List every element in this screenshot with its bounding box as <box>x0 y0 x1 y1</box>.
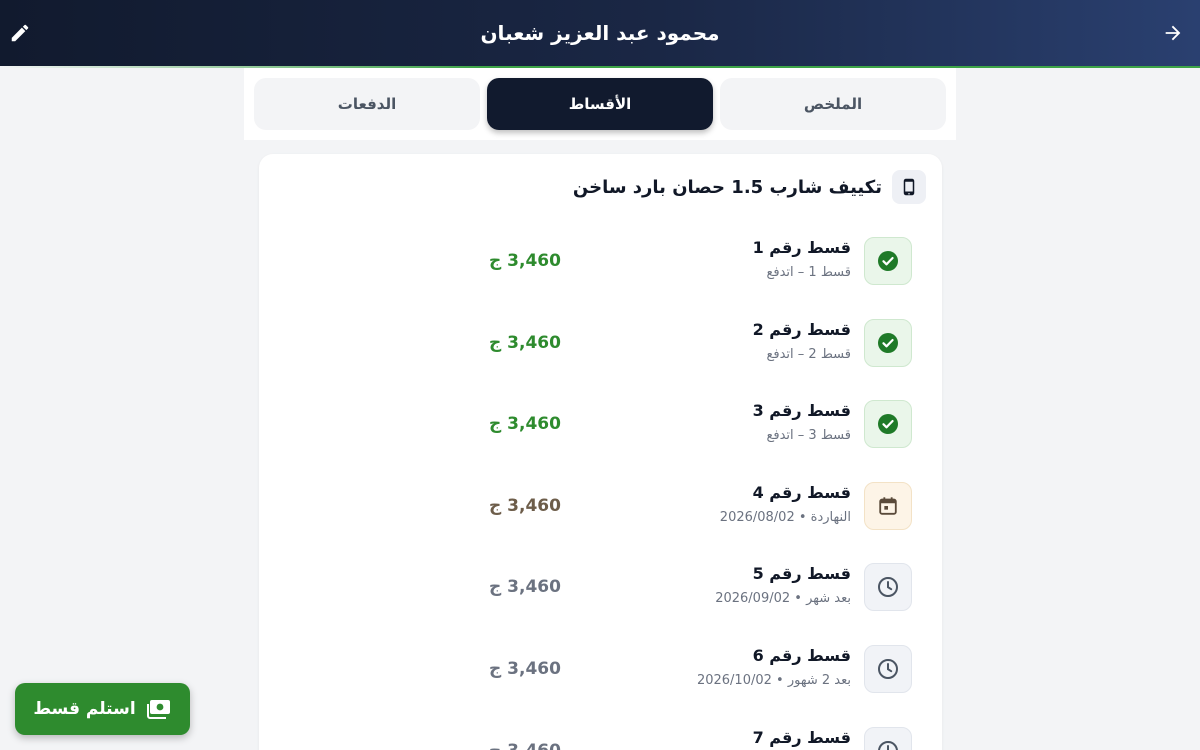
check-circle-icon <box>878 333 898 353</box>
installment-subtitle: بعد شهر • 2026/09/02 <box>715 591 851 606</box>
installment-text: قسط رقم 2 قسط 2 – اتدفع <box>753 319 851 363</box>
installment-title: قسط رقم 4 <box>752 483 851 502</box>
product-icon-box <box>892 170 926 204</box>
edit-button[interactable] <box>5 18 35 48</box>
installment-title: قسط رقم 3 <box>752 401 851 420</box>
tab-payments[interactable]: الدفعات <box>254 78 480 130</box>
status-badge <box>864 237 912 285</box>
installment-text: قسط رقم 4 النهاردة • 2026/08/02 <box>720 482 851 526</box>
tab-bar: الملخص الأقساط الدفعات <box>244 68 956 140</box>
installment-text: قسط رقم 7 <box>753 727 851 750</box>
installment-row[interactable]: قسط رقم 4 النهاردة • 2026/08/02 3,460 ج <box>282 482 912 530</box>
check-circle-icon <box>878 251 898 271</box>
installment-title: قسط رقم 2 <box>752 320 851 339</box>
installment-row[interactable]: قسط رقم 2 قسط 2 – اتدفع 3,460 ج <box>282 319 912 367</box>
installment-subtitle: النهاردة • 2026/08/02 <box>719 510 851 525</box>
check-circle-icon <box>878 414 898 434</box>
receive-installment-label: استلم قسط <box>33 699 136 719</box>
installment-row[interactable]: قسط رقم 7 3,460 ج <box>282 727 912 750</box>
installments-card: تكييف شارب 1.5 حصان بارد ساخن قسط رقم 1 … <box>259 154 942 750</box>
installment-text: قسط رقم 6 بعد 2 شهور • 2026/10/02 <box>697 645 851 689</box>
installment-amount: 3,460 ج <box>489 741 561 750</box>
pencil-icon <box>11 24 29 42</box>
installment-subtitle: قسط 3 – اتدفع <box>766 428 851 443</box>
installment-subtitle: بعد 2 شهور • 2026/10/02 <box>696 673 851 688</box>
tab-installments[interactable]: الأقساط <box>487 78 713 130</box>
installment-amount: 3,460 ج <box>489 251 561 271</box>
smartphone-icon <box>903 178 915 196</box>
installment-row[interactable]: قسط رقم 1 قسط 1 – اتدفع 3,460 ج <box>282 237 912 285</box>
installment-title: قسط رقم 5 <box>752 564 851 583</box>
installment-subtitle: قسط 2 – اتدفع <box>766 347 851 362</box>
status-badge <box>864 482 912 530</box>
status-badge <box>864 400 912 448</box>
installment-text: قسط رقم 1 قسط 1 – اتدفع <box>753 237 851 281</box>
calendar-icon <box>879 497 897 515</box>
top-app-bar: محمود عبد العزيز شعبان <box>0 0 1200 66</box>
status-badge <box>864 645 912 693</box>
back-button[interactable] <box>1158 18 1188 48</box>
installment-subtitle: قسط 1 – اتدفع <box>766 265 851 280</box>
status-badge <box>864 727 912 750</box>
installment-text: قسط رقم 5 بعد شهر • 2026/09/02 <box>715 563 851 607</box>
installment-amount: 3,460 ج <box>489 496 561 516</box>
installment-title: قسط رقم 1 <box>752 238 851 257</box>
status-badge <box>864 319 912 367</box>
receive-installment-button[interactable]: استلم قسط <box>15 683 190 735</box>
installment-text: قسط رقم 3 قسط 3 – اتدفع <box>753 400 851 444</box>
installment-amount: 3,460 ج <box>489 659 561 679</box>
installment-amount: 3,460 ج <box>489 414 561 434</box>
installment-row[interactable]: قسط رقم 3 قسط 3 – اتدفع 3,460 ج <box>282 400 912 448</box>
page-title: محمود عبد العزيز شعبان <box>480 21 720 45</box>
installment-row[interactable]: قسط رقم 6 بعد 2 شهور • 2026/10/02 3,460 … <box>282 645 912 693</box>
tab-summary[interactable]: الملخص <box>720 78 946 130</box>
product-title: تكييف شارب 1.5 حصان بارد ساخن <box>572 176 882 198</box>
installment-amount: 3,460 ج <box>489 333 561 353</box>
arrow-right-icon <box>1165 25 1181 41</box>
clock-icon <box>878 741 898 750</box>
installment-row[interactable]: قسط رقم 5 بعد شهر • 2026/09/02 3,460 ج <box>282 563 912 611</box>
installment-title: قسط رقم 7 <box>752 728 851 747</box>
status-badge <box>864 563 912 611</box>
product-header: تكييف شارب 1.5 حصان بارد ساخن <box>573 170 926 204</box>
installment-title: قسط رقم 6 <box>752 646 851 665</box>
clock-icon <box>878 577 898 597</box>
clock-icon <box>878 659 898 679</box>
cash-icon <box>146 700 170 719</box>
installment-amount: 3,460 ج <box>489 577 561 597</box>
